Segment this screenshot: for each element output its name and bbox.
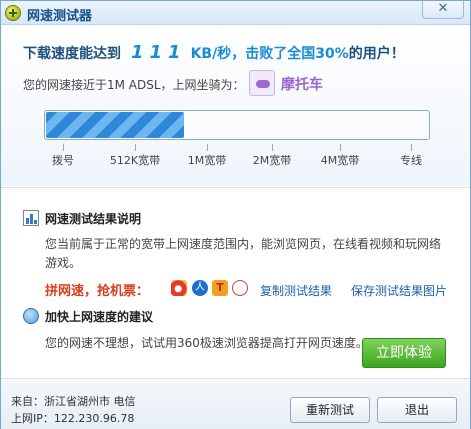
headline-mid: KB/秒，击败了全国	[190, 46, 316, 62]
scale-label: 专线	[400, 154, 422, 167]
scale-ticks	[44, 144, 430, 152]
map-pin-icon[interactable]	[232, 280, 248, 296]
headline-suffix: 的用户！	[348, 46, 405, 62]
copy-result-link[interactable]: 复制测试结果	[260, 282, 332, 299]
result-panel: 下载速度能达到 111 KB/秒，击败了全国30%的用户！ 您的网速接近于1M AD…	[1, 26, 470, 186]
vehicle-label: 摩托车	[281, 77, 323, 93]
headline-prefix: 下载速度能达到	[23, 46, 121, 62]
advice-title: 加快上网速度的建议	[45, 310, 154, 324]
tianya-icon[interactable]: T	[212, 280, 228, 296]
close-button[interactable]: ✕	[422, 1, 464, 19]
details-panel: 网速测试结果说明 您当前属于正常的宽带上网速度范围内，能浏览网页，在线看视频和玩…	[1, 187, 470, 377]
app-logo-icon	[5, 5, 21, 21]
scale-label: 2M宽带	[252, 154, 292, 167]
speed-test-window: 网速测试器 ✕ 下载速度能达到 111 KB/秒，击败了全国30%的用户！ 您的网速…	[0, 0, 471, 429]
speed-progress-bar	[44, 110, 430, 140]
scale-tick	[411, 144, 412, 151]
save-result-image-link[interactable]: 保存测试结果图片	[351, 282, 447, 299]
ip-text: 上网IP：122.230.96.78	[11, 412, 135, 425]
try-now-button[interactable]: 立即体验	[362, 338, 446, 368]
renren-icon[interactable]: 人	[192, 280, 208, 296]
footer: 来自：浙江省湖州市 电信 上网IP：122.230.96.78 重新测试 退出	[1, 378, 470, 429]
weibo-icon[interactable]	[171, 280, 187, 296]
scale-tick	[63, 144, 64, 151]
explanation-body: 您当前属于正常的宽带上网速度范围内，能浏览网页，在线看视频和玩网络游戏。	[45, 237, 442, 270]
tip-bulb-icon	[23, 308, 39, 324]
adsl-comparison: 您的网速接近于1M ADSL，上网坐骑为：	[23, 78, 245, 92]
scale-label: 512K宽带	[109, 154, 161, 167]
scale-label: 4M宽带	[320, 154, 360, 167]
scale-tick	[207, 144, 208, 151]
location-text: 来自：浙江省湖州市 电信	[11, 395, 136, 408]
scale-label: 拨号	[52, 154, 74, 167]
bar-chart-icon	[23, 210, 39, 226]
advice-body: 您的网速不理想，试试用360极速浏览器提高打开网页速度。	[45, 336, 368, 350]
scale-tick	[340, 144, 341, 151]
window-title: 网速测试器	[27, 9, 93, 24]
scale-tick	[272, 144, 273, 151]
scale-tick	[135, 144, 136, 151]
promo-label: 拼网速，抢机票：	[45, 284, 150, 299]
explanation-title: 网速测试结果说明	[45, 212, 142, 226]
speed-headline: 下载速度能达到 111 KB/秒，击败了全国30%的用户！	[23, 42, 405, 63]
motorcycle-icon	[249, 70, 275, 96]
exit-button[interactable]: 退出	[377, 397, 457, 423]
speed-progress-fill	[46, 112, 184, 138]
beat-percent: 30%	[315, 46, 349, 62]
scale-label: 1M宽带	[187, 154, 227, 167]
title-bar[interactable]: 网速测试器 ✕	[1, 1, 470, 25]
speed-value: 111	[131, 42, 187, 63]
retest-button[interactable]: 重新测试	[290, 397, 370, 423]
